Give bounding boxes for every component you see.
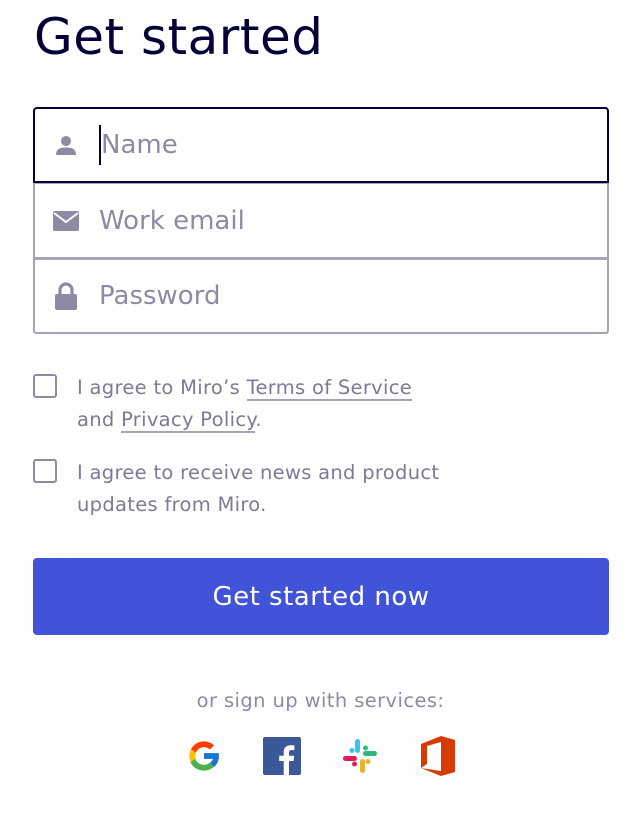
news-text: I agree to receive news and product upda…	[77, 461, 440, 516]
envelope-icon	[53, 208, 79, 234]
page-title: Get started	[34, 8, 324, 66]
slack-icon[interactable]	[340, 736, 380, 776]
privacy-policy-link[interactable]: Privacy Policy	[121, 408, 256, 433]
office-icon[interactable]	[418, 736, 458, 776]
terms-text: I agree to Miro’s Terms of Service and P…	[77, 376, 413, 433]
name-input[interactable]	[99, 125, 579, 165]
person-icon	[53, 132, 79, 158]
services-label: or sign up with services:	[196, 689, 445, 712]
facebook-icon[interactable]	[262, 736, 302, 776]
email-input[interactable]	[99, 200, 579, 241]
news-consent: I agree to receive news and product upda…	[33, 457, 439, 521]
password-field[interactable]	[33, 258, 609, 334]
lock-icon	[53, 282, 79, 310]
terms-of-service-link[interactable]: Terms of Service	[246, 376, 413, 401]
terms-checkbox[interactable]	[33, 374, 57, 398]
password-input[interactable]	[99, 276, 579, 316]
email-field[interactable]	[33, 183, 609, 259]
name-field[interactable]	[33, 107, 609, 183]
terms-consent: I agree to Miro’s Terms of Service and P…	[33, 372, 413, 436]
news-checkbox[interactable]	[33, 459, 57, 483]
social-signup-list	[0, 736, 638, 776]
google-icon[interactable]	[184, 736, 224, 776]
get-started-button[interactable]: Get started now	[33, 558, 609, 635]
